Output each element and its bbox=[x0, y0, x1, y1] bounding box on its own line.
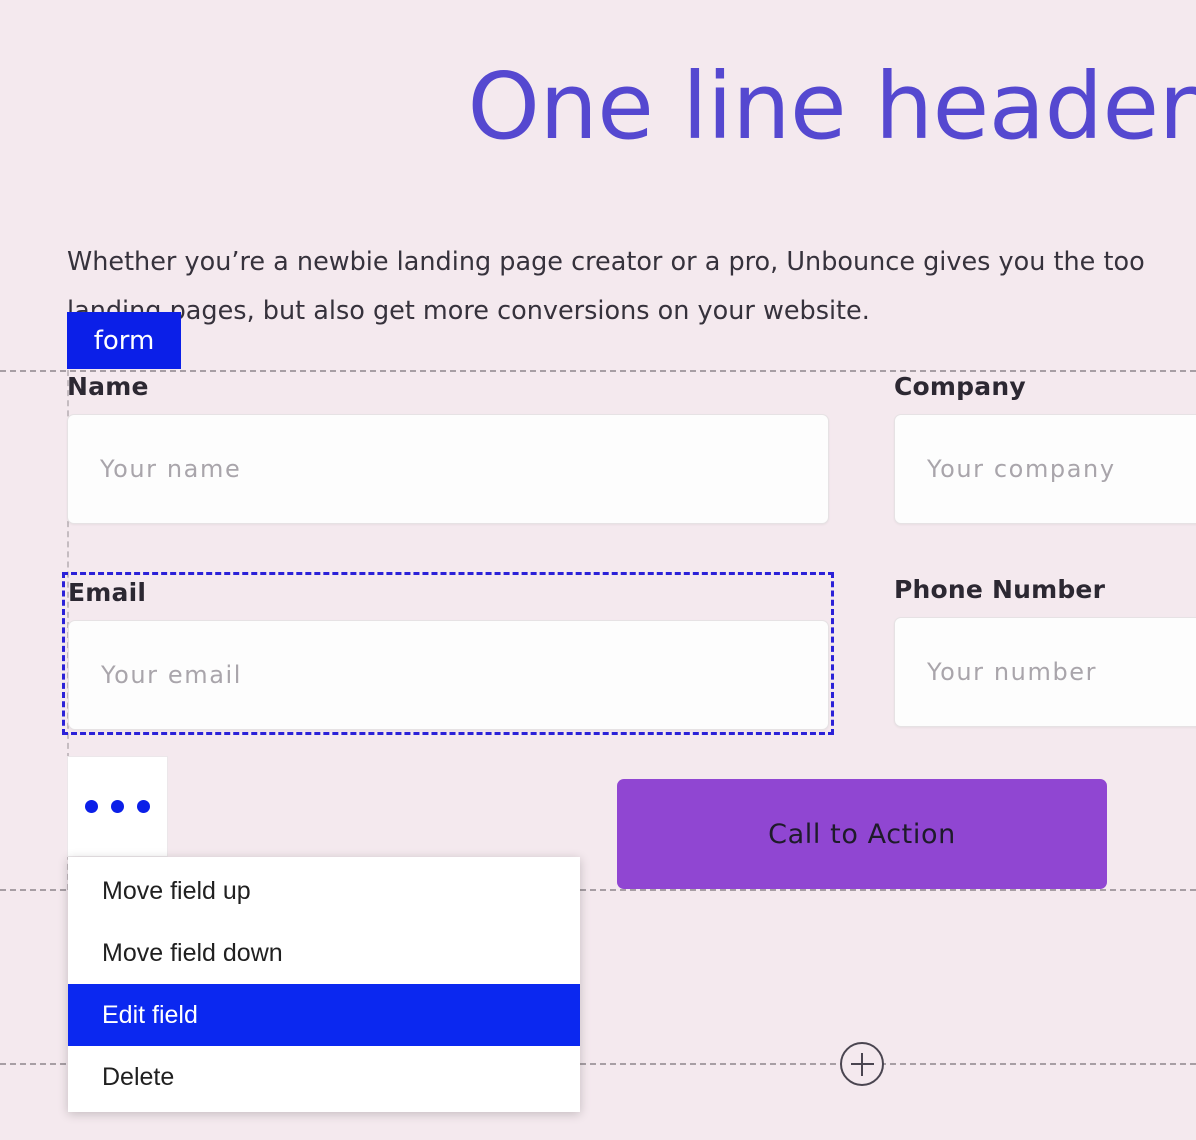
menu-item-move-field-down[interactable]: Move field down bbox=[68, 922, 580, 984]
menu-item-delete[interactable]: Delete bbox=[68, 1046, 580, 1108]
form-field-name[interactable]: Name Your name bbox=[67, 372, 829, 524]
call-to-action-button[interactable]: Call to Action bbox=[617, 779, 1107, 889]
menu-item-edit-field[interactable]: Edit field bbox=[68, 984, 580, 1046]
form-element-badge[interactable]: form bbox=[67, 312, 181, 369]
field-label-name: Name bbox=[67, 372, 149, 401]
input-email[interactable]: Your email bbox=[68, 620, 829, 730]
ellipsis-dot bbox=[111, 800, 124, 813]
page-title[interactable]: One line header bbox=[0, 48, 1196, 166]
field-context-menu[interactable]: Move field up Move field down Edit field… bbox=[68, 857, 580, 1112]
field-label-company: Company bbox=[894, 372, 1026, 401]
page-subtext[interactable]: Whether you’re a newbie landing page cre… bbox=[67, 238, 1196, 336]
input-company[interactable]: Your company bbox=[894, 414, 1196, 524]
ellipsis-dot bbox=[137, 800, 150, 813]
plus-circle-icon[interactable] bbox=[840, 1042, 884, 1086]
form-field-email[interactable]: Email Your email bbox=[62, 572, 834, 735]
form-field-company[interactable]: Company Your company bbox=[894, 372, 1196, 524]
landing-page-canvas: One line header Whether you’re a newbie … bbox=[0, 0, 1196, 1140]
plus-horizontal-stroke bbox=[850, 1062, 874, 1066]
input-placeholder-phone: Your number bbox=[927, 658, 1098, 686]
ellipsis-horizontal-icon[interactable] bbox=[67, 756, 168, 857]
input-name[interactable]: Your name bbox=[67, 414, 829, 524]
input-placeholder-company: Your company bbox=[927, 455, 1116, 483]
menu-item-move-field-up[interactable]: Move field up bbox=[68, 860, 580, 922]
input-placeholder-name: Your name bbox=[100, 455, 242, 483]
input-placeholder-email: Your email bbox=[101, 661, 243, 689]
field-label-phone: Phone Number bbox=[894, 575, 1106, 604]
ellipsis-dot bbox=[85, 800, 98, 813]
field-label-email: Email bbox=[68, 578, 147, 607]
form-field-phone[interactable]: Phone Number Your number bbox=[894, 575, 1196, 727]
input-phone[interactable]: Your number bbox=[894, 617, 1196, 727]
